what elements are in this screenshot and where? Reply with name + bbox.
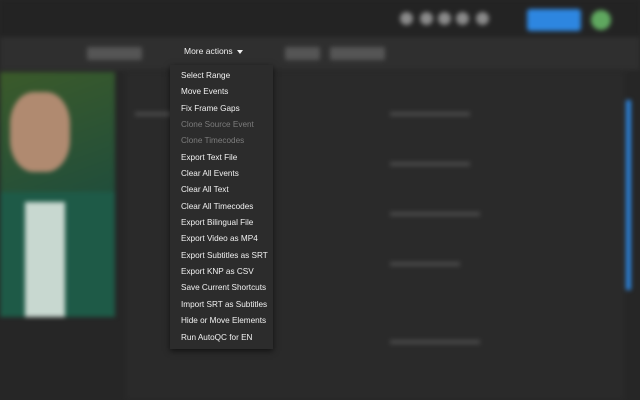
toolbar bbox=[0, 37, 640, 70]
blurred-background bbox=[0, 0, 640, 400]
video-player[interactable] bbox=[0, 72, 115, 317]
top-bar bbox=[0, 0, 640, 37]
list-row[interactable] bbox=[390, 262, 460, 266]
list-row[interactable] bbox=[135, 112, 175, 116]
menu-item-hide-or-move-elements[interactable]: Hide or Move Elements bbox=[170, 313, 273, 329]
avatar[interactable] bbox=[591, 10, 611, 30]
video-frame-detail bbox=[25, 202, 65, 317]
menu-item-export-bilingual-file[interactable]: Export Bilingual File bbox=[170, 215, 273, 231]
list-row[interactable] bbox=[390, 112, 470, 116]
menu-item-export-subtitles-as-srt[interactable]: Export Subtitles as SRT bbox=[170, 248, 273, 264]
menu-item-import-srt-as-subtitles[interactable]: Import SRT as Subtitles bbox=[170, 297, 273, 313]
menu-item-export-text-file[interactable]: Export Text File bbox=[170, 150, 273, 166]
toolbar-icon[interactable] bbox=[420, 12, 433, 25]
toolbar-button[interactable] bbox=[87, 47, 142, 60]
menu-item-export-video-as-mp4[interactable]: Export Video as MP4 bbox=[170, 231, 273, 247]
menu-item-save-current-shortcuts[interactable]: Save Current Shortcuts bbox=[170, 280, 273, 296]
menu-item-clone-timecodes: Clone Timecodes bbox=[181, 136, 245, 146]
menu-item-clear-all-text[interactable]: Clear All Text bbox=[170, 182, 273, 198]
toolbar-button[interactable] bbox=[330, 47, 385, 60]
menu-item-run-autoqc-for-en[interactable]: Run AutoQC for EN bbox=[170, 330, 273, 346]
toolbar-icon[interactable] bbox=[476, 12, 489, 25]
menu-item-clear-all-timecodes[interactable]: Clear All Timecodes bbox=[170, 199, 273, 215]
more-actions-button[interactable]: More actions bbox=[184, 46, 243, 56]
list-row[interactable] bbox=[390, 162, 470, 166]
more-actions-label: More actions bbox=[184, 46, 233, 56]
primary-button[interactable] bbox=[527, 9, 581, 31]
toolbar-icon[interactable] bbox=[400, 12, 413, 25]
caret-down-icon bbox=[236, 49, 243, 54]
menu-item-clone-source-event: Clone Source Event bbox=[181, 120, 254, 130]
more-actions-menu: Select Range Move Events Fix Frame Gaps Clo… bbox=[170, 65, 273, 349]
scrollbar[interactable] bbox=[626, 100, 631, 290]
menu-item-clear-all-events[interactable]: Clear All Events bbox=[170, 166, 273, 182]
list-row[interactable] bbox=[390, 212, 480, 216]
menu-item-fix-frame-gaps[interactable]: Fix Frame Gaps bbox=[170, 101, 273, 117]
toolbar-icon[interactable] bbox=[438, 12, 451, 25]
toolbar-button[interactable] bbox=[285, 47, 320, 60]
menu-item-move-events[interactable]: Move Events bbox=[170, 84, 273, 100]
list-row[interactable] bbox=[390, 340, 480, 344]
menu-item-select-range[interactable]: Select Range bbox=[170, 68, 273, 84]
toolbar-icon[interactable] bbox=[456, 12, 469, 25]
menu-item-export-knp-as-csv[interactable]: Export KNP as CSV bbox=[170, 264, 273, 280]
video-frame bbox=[10, 92, 70, 172]
